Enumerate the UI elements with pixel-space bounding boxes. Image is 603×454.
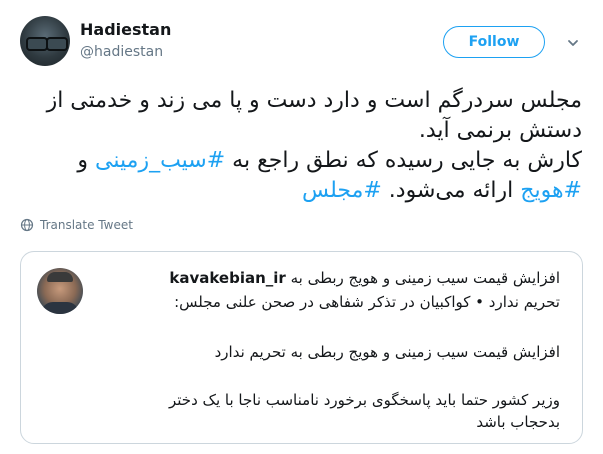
hashtag-carrot[interactable]: #هویج <box>520 178 582 203</box>
avatar-suit <box>41 302 79 314</box>
quoted-author-avatar[interactable] <box>37 268 83 314</box>
avatar-glasses-right <box>46 37 68 51</box>
tweet-line-4-text: ارائه می‌شود. <box>381 178 521 203</box>
quoted-line-4: وزیر کشور حتما باید پاسخگوی برخورد نامنا… <box>169 391 560 409</box>
tweet-line-4: #هویج ارائه می‌شود. #مجلس <box>20 176 582 206</box>
quoted-author-name[interactable]: kavakebian_ir <box>169 269 285 287</box>
quoted-prefix: افزایش قیمت سیب زمینی و هویج ربطی به <box>285 269 560 287</box>
author-avatar[interactable] <box>20 16 70 66</box>
avatar-glasses-left <box>26 37 48 51</box>
translate-tweet-link[interactable]: Translate Tweet <box>20 218 133 232</box>
tweet-line-2: دستش برنمی آید. <box>418 118 582 143</box>
tweet-text: مجلس سردرگم است و دارد دست و پا می زند و… <box>20 86 582 206</box>
follow-button[interactable]: Follow <box>443 26 545 58</box>
quoted-line-3: افزایش قیمت سیب زمینی و هویج ربطی به تحر… <box>214 343 560 361</box>
hashtag-potato[interactable]: #سیب_زمینی <box>95 148 225 173</box>
quoted-line-5: بدحجاب باشد <box>476 413 560 431</box>
globe-icon <box>20 218 34 232</box>
quoted-tweet[interactable]: افزایش قیمت سیب زمینی و هویج ربطی به kav… <box>20 251 583 444</box>
chevron-down-icon[interactable] <box>566 36 580 50</box>
tweet-line-3-text: کارش به جایی رسیده که نطق راجع به <box>225 148 582 173</box>
quoted-line-1: افزایش قیمت سیب زمینی و هویج ربطی به kav… <box>169 268 560 288</box>
translate-label[interactable]: Translate Tweet <box>40 218 133 232</box>
hashtag-majlis[interactable]: #مجلس <box>302 178 382 203</box>
tweet-line-3-tail: و <box>77 148 96 173</box>
author-handle[interactable]: @hadiestan <box>80 44 163 60</box>
quoted-line-2: تحریم ندارد • کواکبیان در تذکر شفاهی در … <box>174 293 560 311</box>
author-name[interactable]: Hadiestan <box>80 20 171 39</box>
tweet-line-3: کارش به جایی رسیده که نطق راجع به #سیب_ز… <box>20 146 582 176</box>
avatar-hair <box>47 272 73 282</box>
tweet-line-1: مجلس سردرگم است و دارد دست و پا می زند و… <box>46 88 582 113</box>
